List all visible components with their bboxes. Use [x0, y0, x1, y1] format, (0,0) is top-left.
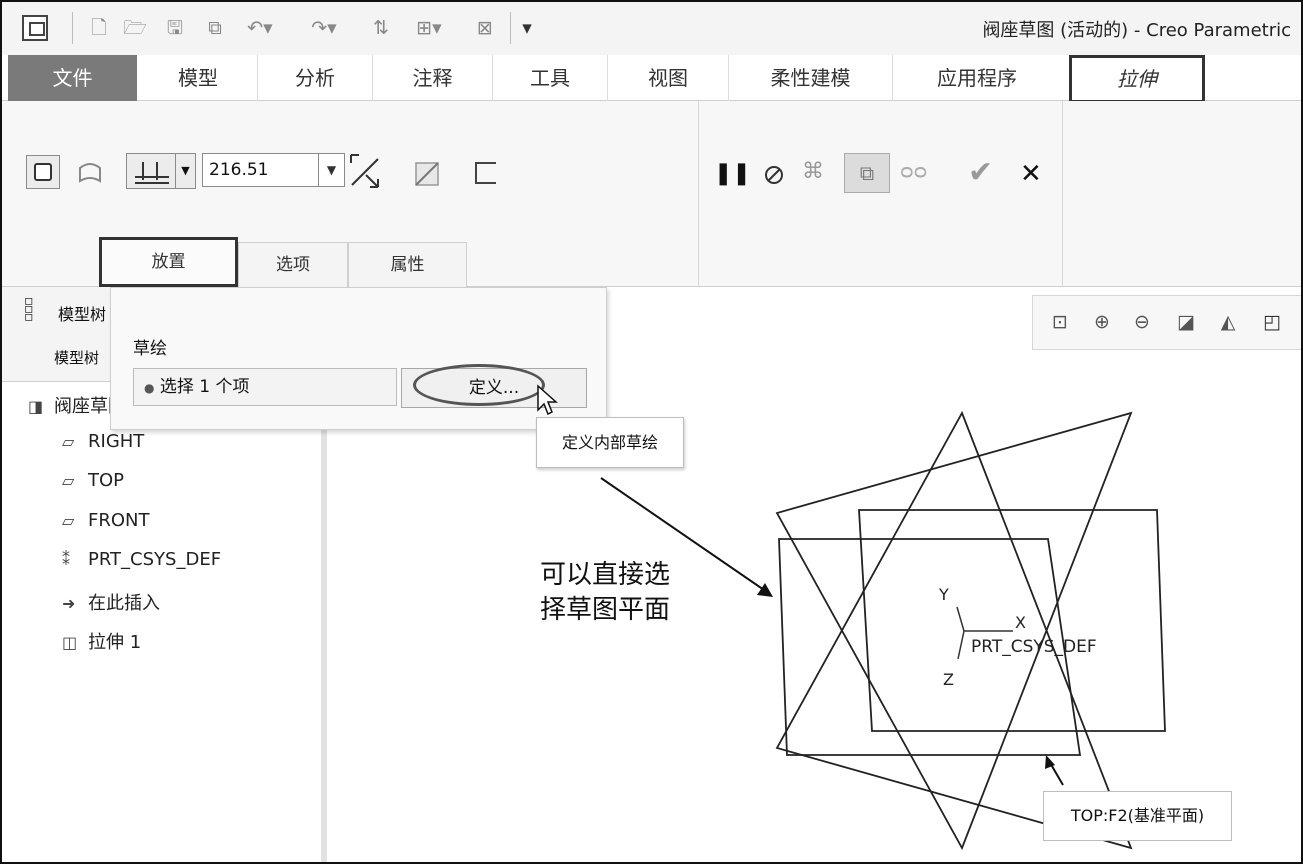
thicken-sketch-icon[interactable] [472, 159, 500, 187]
tab-flexible-modeling[interactable]: 柔性建模 [728, 55, 893, 101]
tree-item-right[interactable]: ▱ RIGHT [62, 431, 144, 452]
datum-plane-icon: ▱ [62, 432, 75, 451]
tree-item-top[interactable]: ▱ TOP [62, 470, 124, 491]
undo-icon[interactable]: ↶▾ [240, 16, 280, 40]
tab-options[interactable]: 选项 [238, 242, 348, 287]
tree-item-extrude-1[interactable]: ◫ 拉伸 1 [62, 628, 141, 654]
part-icon: ◨ [28, 397, 44, 416]
datum-plane-icon: ▱ [62, 471, 75, 490]
ribbon-tabs: 文件 模型 分析 注释 工具 视图 柔性建模 应用程序 拉伸 [2, 55, 1301, 103]
windows-icon[interactable]: ⊞▾ [406, 16, 452, 40]
annotation-text: 可以直接选 择草图平面 [540, 558, 670, 628]
preview-icon[interactable]: ⌘ [802, 159, 824, 184]
blind-depth-icon [135, 162, 169, 184]
quick-access-toolbar: 🗋 🗁 🖫 ⧉ ↶▾ ↷▾ ⇅ ⊞▾ ⊠ ▾ 阀座草图 (活动的) - Creo… [2, 2, 1301, 55]
extrude-feature-icon: ◫ [62, 633, 78, 652]
glasses-preview-icon[interactable]: ᴑᴑ [900, 159, 927, 183]
callout-arrowhead [757, 583, 773, 597]
no-preview-icon[interactable] [762, 163, 786, 187]
ribbon-divider [1062, 101, 1063, 287]
tab-annotate[interactable]: 注释 [375, 55, 490, 101]
chevron-down-icon[interactable]: ▼ [318, 154, 344, 186]
tooltip: 定义内部草绘 [536, 417, 684, 468]
sketch-section-label: 草绘 [133, 339, 167, 359]
tree-item-insert-here[interactable]: ➜ 在此插入 [62, 589, 160, 615]
model-tree-icon: ▫ ▫ ▫ [24, 293, 34, 325]
tab-analysis[interactable]: 分析 [257, 55, 373, 101]
solid-icon [34, 163, 52, 181]
save-copy-icon[interactable]: ⧉ [200, 16, 230, 40]
tree-item-front[interactable]: ▱ FRONT [62, 510, 150, 531]
model-tree-subtitle[interactable]: 模型树 [54, 347, 99, 368]
creo-window: 🗋 🗁 🖫 ⧉ ↶▾ ↷▾ ⇅ ⊞▾ ⊠ ▾ 阀座草图 (活动的) - Creo… [0, 0, 1303, 864]
saved-views-icon[interactable]: ◰ [1257, 310, 1287, 334]
cancel-x-icon[interactable]: ✕ [1020, 159, 1042, 189]
csys-label: PRT_CSYS_DEF [971, 637, 1097, 657]
tab-placement[interactable]: 放置 [99, 237, 238, 287]
tree-item-csys[interactable]: ⁑ PRT_CSYS_DEF [62, 549, 221, 570]
repaint-icon[interactable]: ◪ [1173, 310, 1199, 334]
model-tree-title[interactable]: 模型树 [58, 301, 106, 325]
new-file-icon[interactable]: 🗋 [86, 16, 112, 40]
right-datum-plane[interactable] [775, 411, 1133, 851]
sketch-collector[interactable]: ● 选择 1 个项 [133, 368, 397, 406]
view-toolbar: ⊡ ⊕ ⊖ ◪ ◭ ◰ [1032, 295, 1301, 350]
zoom-in-icon[interactable]: ⊕ [1089, 310, 1115, 334]
insert-here-icon: ➜ [62, 594, 76, 613]
placement-panel: 草绘 ● 选择 1 个项 定义... [110, 287, 607, 430]
axis-y-label: Y [938, 585, 949, 604]
annotation-line-1: 可以直接选 [540, 560, 671, 590]
mouse-cursor-icon [537, 384, 558, 416]
tab-view[interactable]: 视图 [610, 55, 726, 101]
axis-z-label: Z [943, 670, 954, 689]
depth-value-field[interactable]: 216.51 ▼ [202, 153, 345, 187]
bullet-icon: ● [144, 381, 155, 395]
chevron-down-icon: ▼ [175, 154, 195, 188]
toolbar-divider [510, 12, 511, 44]
flip-direction-icon[interactable] [348, 151, 384, 191]
remove-material-icon[interactable] [412, 157, 444, 189]
close-window-icon[interactable]: ⊠ [472, 16, 498, 40]
customize-toolbar-icon[interactable]: ▾ [516, 16, 538, 40]
confirm-check-icon[interactable]: ✔ [968, 155, 993, 190]
tab-applications[interactable]: 应用程序 [895, 55, 1059, 101]
verify-mode-icon[interactable]: ⧉ [844, 153, 890, 193]
tab-tools[interactable]: 工具 [492, 55, 608, 101]
save-icon[interactable]: 🖫 [162, 16, 188, 40]
tab-model[interactable]: 模型 [141, 55, 255, 101]
plane-hover-label: TOP:F2(基准平面) [1043, 791, 1232, 841]
csys-icon: ⁑ [62, 550, 70, 569]
highlight-oval [413, 364, 545, 406]
tab-properties[interactable]: 属性 [348, 242, 467, 287]
front-datum-plane[interactable] [775, 410, 1133, 850]
toolbar-divider [72, 12, 73, 44]
surface-icon[interactable] [76, 159, 104, 187]
app-menu-icon[interactable] [22, 15, 48, 41]
window-title: 阀座草图 (活动的) - Creo Parametric [982, 20, 1291, 41]
display-style-icon[interactable]: ◭ [1215, 310, 1241, 334]
axis-x-label: X [1015, 613, 1026, 632]
regenerate-icon[interactable]: ⇅ [368, 16, 394, 40]
annotation-line-2: 择草图平面 [540, 595, 671, 625]
tab-file[interactable]: 文件 [8, 55, 137, 101]
depth-value: 216.51 [209, 160, 269, 180]
open-file-icon[interactable]: 🗁 [122, 16, 148, 40]
pause-icon[interactable]: ❚❚ [714, 161, 751, 186]
depth-option-button[interactable]: ▼ [126, 153, 196, 189]
refit-icon[interactable]: ⊡ [1047, 310, 1073, 334]
tab-extrude[interactable]: 拉伸 [1069, 55, 1205, 103]
datum-plane-icon: ▱ [62, 511, 75, 530]
redo-icon[interactable]: ↷▾ [304, 16, 344, 40]
ribbon-divider [698, 101, 699, 287]
solid-toggle[interactable] [26, 155, 60, 189]
zoom-out-icon[interactable]: ⊖ [1129, 310, 1155, 334]
